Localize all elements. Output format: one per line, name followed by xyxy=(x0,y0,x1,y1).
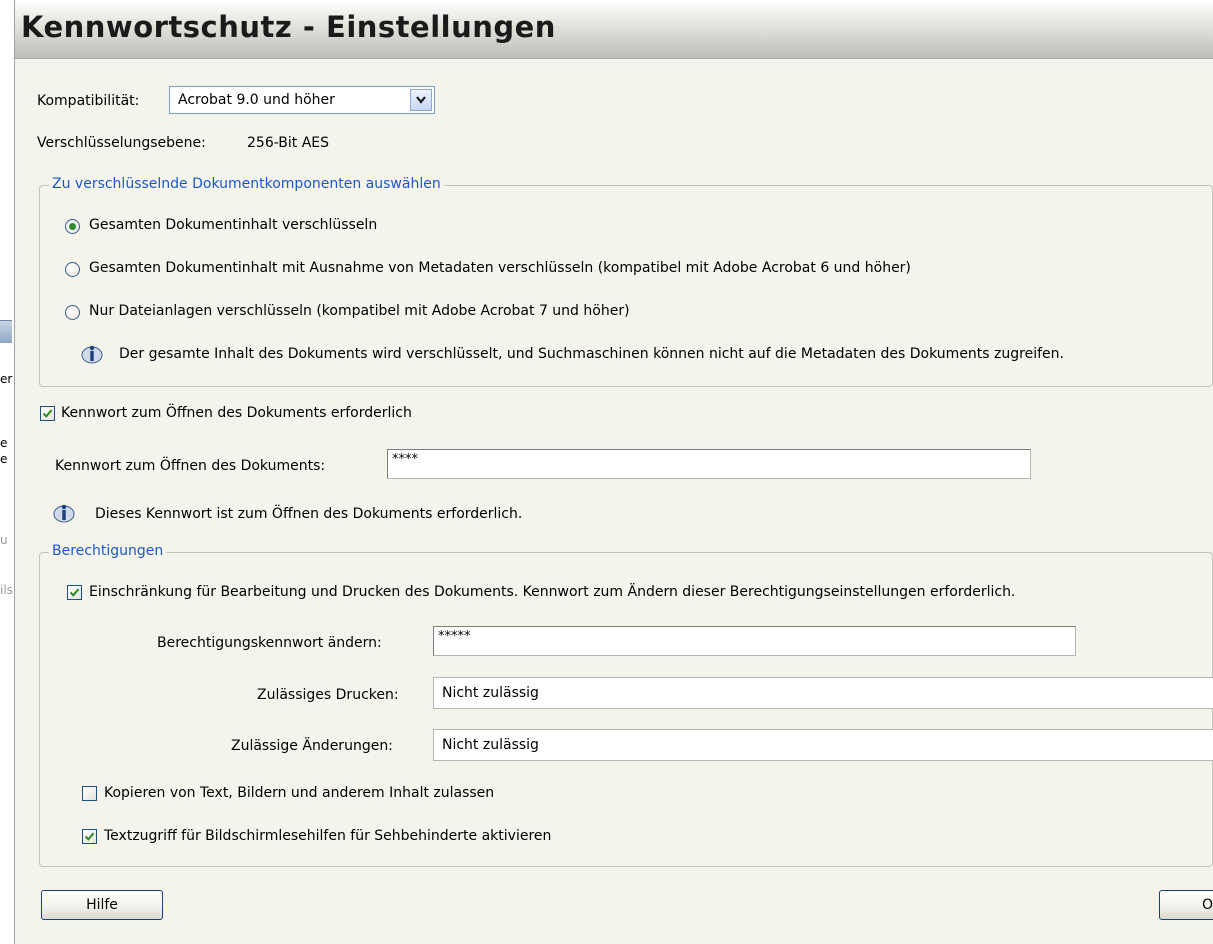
open-password-value: **** xyxy=(392,452,418,467)
changes-label: Zulässige Änderungen: xyxy=(231,738,393,754)
components-info-text: Der gesamte Inhalt des Dokuments wird ve… xyxy=(119,346,1064,362)
background-fragment: ils xyxy=(0,583,13,597)
restrict-permissions-checkbox[interactable] xyxy=(67,585,82,600)
radio-encrypt-all-label[interactable]: Gesamten Dokumentinhalt verschlüsseln xyxy=(89,217,377,233)
changes-value: Nicht zulässig xyxy=(442,737,539,753)
dialog-title: Kennwortschutz - Einstellungen xyxy=(21,10,556,44)
screenreader-label[interactable]: Textzugriff für Bildschirmlesehilfen für… xyxy=(104,828,551,844)
printing-value: Nicht zulässig xyxy=(442,685,539,701)
encryption-level-value: 256-Bit AES xyxy=(247,135,330,151)
open-password-field-label: Kennwort zum Öffnen des Dokuments: xyxy=(55,458,326,474)
background-window-bar xyxy=(0,320,12,343)
chevron-down-icon[interactable] xyxy=(410,89,432,111)
info-icon xyxy=(53,504,75,523)
radio-encrypt-attachments[interactable] xyxy=(65,305,80,320)
help-button[interactable]: Hilfe xyxy=(41,890,163,920)
encryption-level-label: Verschlüsselungsebene: xyxy=(37,135,206,151)
background-fragment: er xyxy=(0,372,13,386)
open-password-checkbox-label[interactable]: Kennwort zum Öffnen des Dokuments erford… xyxy=(61,405,412,421)
radio-encrypt-except-metadata-label[interactable]: Gesamten Dokumentinhalt mit Ausnahme von… xyxy=(89,260,911,276)
background-fragment: e xyxy=(0,452,8,466)
compatibility-label: Kompatibilität: xyxy=(37,93,140,109)
compatibility-value: Acrobat 9.0 und höher xyxy=(178,92,335,108)
open-password-checkbox[interactable] xyxy=(40,406,55,421)
permissions-password-input[interactable]: ***** xyxy=(433,626,1076,656)
radio-encrypt-attachments-label[interactable]: Nur Dateianlagen verschlüsseln (kompatib… xyxy=(89,303,630,319)
permissions-legend: Berechtigungen xyxy=(49,543,167,559)
radio-encrypt-all[interactable] xyxy=(65,219,80,234)
changes-select[interactable]: Nicht zulässig xyxy=(433,729,1213,761)
components-legend: Zu verschlüsselnde Dokumentkomponenten a… xyxy=(49,176,444,192)
background-fragment: u xyxy=(0,533,8,547)
printing-select[interactable]: Nicht zulässig xyxy=(433,677,1213,709)
open-password-input[interactable]: **** xyxy=(387,449,1031,479)
info-icon xyxy=(81,345,103,364)
permissions-password-label: Berechtigungskennwort ändern: xyxy=(157,635,382,651)
copy-content-checkbox[interactable] xyxy=(82,786,97,801)
copy-content-label[interactable]: Kopieren von Text, Bildern und anderem I… xyxy=(104,785,494,801)
title-bar[interactable]: Kennwortschutz - Einstellungen xyxy=(15,0,1213,59)
screenreader-checkbox[interactable] xyxy=(82,829,97,844)
compatibility-select[interactable]: Acrobat 9.0 und höher xyxy=(169,86,435,114)
permissions-password-value: ***** xyxy=(438,629,471,644)
restrict-permissions-label[interactable]: Einschränkung für Bearbeitung und Drucke… xyxy=(89,584,1015,600)
radio-encrypt-except-metadata[interactable] xyxy=(65,262,80,277)
printing-label: Zulässiges Drucken: xyxy=(257,687,399,703)
open-password-info-text: Dieses Kennwort ist zum Öffnen des Dokum… xyxy=(95,506,523,522)
background-fragment: e xyxy=(0,436,8,450)
password-security-dialog: Kennwortschutz - Einstellungen Kompatibi… xyxy=(14,0,1213,944)
ok-button[interactable]: O xyxy=(1159,890,1213,920)
